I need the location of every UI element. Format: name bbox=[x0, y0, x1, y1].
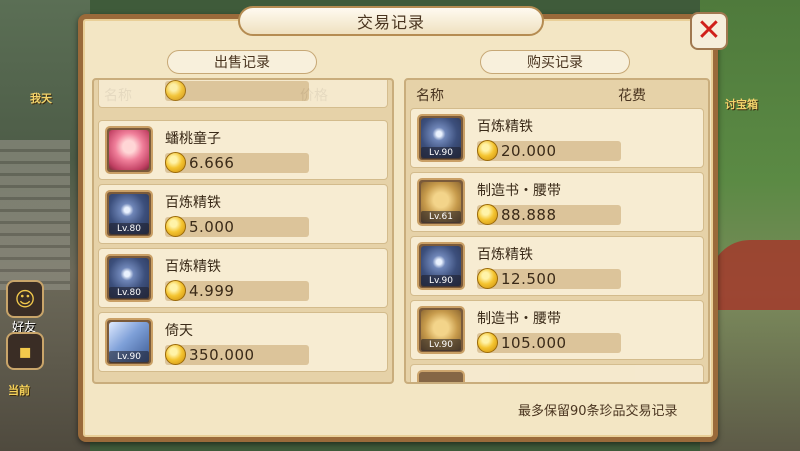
buy-list-item[interactable]: Lv.90 百炼精铁 12.500 bbox=[410, 236, 704, 296]
coin-icon bbox=[165, 344, 186, 365]
sell-record-header: 出售记录 bbox=[167, 50, 317, 74]
coin-icon bbox=[165, 80, 186, 101]
item-price: 20.000 bbox=[501, 142, 557, 160]
item-level: Lv.90 bbox=[421, 339, 461, 351]
item-name: 百炼精铁 bbox=[477, 247, 533, 263]
record-limit-note: 最多保留90条珍品交易记录 bbox=[518, 404, 678, 419]
item-icon-frame: Lv.90 bbox=[105, 318, 153, 366]
left-hud-label: 当前 bbox=[8, 384, 30, 397]
item-name: 蟠桃童子 bbox=[165, 131, 221, 147]
buy-col-cost: 花费 bbox=[618, 88, 646, 104]
item-price: 4.999 bbox=[189, 282, 235, 300]
close-icon: ✕ bbox=[696, 13, 722, 48]
sell-list-item[interactable]: Lv.80 百炼精铁 5.000 bbox=[98, 184, 388, 244]
sell-list-item[interactable]: 蟠桃童子 6.666 bbox=[98, 120, 388, 180]
buy-list-item[interactable]: Lv.90 百炼精铁 20.000 bbox=[410, 108, 704, 168]
price-bar: 350.000 bbox=[165, 344, 309, 365]
item-level: Lv.90 bbox=[109, 351, 149, 363]
item-price: 105.000 bbox=[501, 334, 567, 352]
left-scene-label: 我天 bbox=[30, 92, 52, 105]
price-bar: 88.888 bbox=[477, 204, 621, 225]
item-level: Lv.80 bbox=[109, 287, 149, 299]
price-bar: 6.666 bbox=[165, 152, 309, 173]
buy-col-name: 名称 bbox=[416, 88, 444, 104]
buy-list-column-header: 名称 花费 bbox=[406, 82, 708, 106]
coin-icon bbox=[477, 332, 498, 353]
close-button[interactable]: ✕ bbox=[690, 12, 728, 50]
coin-icon bbox=[477, 204, 498, 225]
price-bar: 20.000 bbox=[477, 140, 621, 161]
item-level: Lv.90 bbox=[421, 147, 461, 159]
item-price: 350.000 bbox=[189, 346, 255, 364]
coin-icon bbox=[165, 152, 186, 173]
right-scene-label: 讨宝箱 bbox=[725, 98, 758, 111]
price-bar bbox=[165, 80, 309, 101]
price-bar: 12.500 bbox=[477, 268, 621, 289]
buy-list-item[interactable]: Lv.61 制造书・腰带 88.888 bbox=[410, 172, 704, 232]
coin-icon bbox=[165, 216, 186, 237]
chat-icon: ▪ bbox=[18, 339, 32, 363]
item-price: 5.000 bbox=[189, 218, 235, 236]
item-icon-frame: Lv.90 bbox=[417, 242, 465, 290]
item-icon-frame: Lv.80 bbox=[105, 254, 153, 302]
item-icon-frame bbox=[417, 370, 465, 382]
background-roof bbox=[710, 240, 800, 310]
item-name: 百炼精铁 bbox=[477, 119, 533, 135]
item-level: Lv.90 bbox=[421, 275, 461, 287]
item-name: 倚天 bbox=[165, 323, 193, 339]
item-price: 12.500 bbox=[501, 270, 557, 288]
item-name: 制造书・腰带 bbox=[477, 183, 561, 199]
item-price: 6.666 bbox=[189, 154, 235, 172]
dialog-title: 交易记录 bbox=[238, 6, 544, 36]
buy-record-header: 购买记录 bbox=[480, 50, 630, 74]
list-item-partial bbox=[98, 80, 388, 108]
price-bar: 5.000 bbox=[165, 216, 309, 237]
chat-button[interactable]: ▪ bbox=[6, 332, 44, 370]
item-icon-frame: Lv.61 bbox=[417, 178, 465, 226]
buy-record-header-text: 购买记录 bbox=[527, 55, 583, 71]
sell-record-list[interactable]: 名称 价格 蟠桃童子 6.666 Lv.80 百炼精铁 5.000 Lv bbox=[92, 78, 394, 384]
item-name: 百炼精铁 bbox=[165, 195, 221, 211]
friends-button[interactable]: ☺ bbox=[6, 280, 44, 318]
coin-icon bbox=[165, 280, 186, 301]
background-stairs bbox=[0, 140, 70, 290]
sell-list-item[interactable]: Lv.80 百炼精铁 4.999 bbox=[98, 248, 388, 308]
item-level: Lv.61 bbox=[421, 211, 461, 223]
sell-list-item[interactable]: Lv.90 倚天 350.000 bbox=[98, 312, 388, 372]
item-price: 88.888 bbox=[501, 206, 557, 224]
item-name: 百炼精铁 bbox=[165, 259, 221, 275]
coin-icon bbox=[477, 140, 498, 161]
price-bar: 4.999 bbox=[165, 280, 309, 301]
dialog-title-text: 交易记录 bbox=[356, 13, 425, 32]
buy-record-list[interactable]: 名称 花费 Lv.90 百炼精铁 20.000 Lv.61 制造书・腰带 88.… bbox=[404, 78, 710, 384]
peach-child-icon bbox=[109, 130, 149, 170]
price-bar: 105.000 bbox=[477, 332, 621, 353]
item-name: 制造书・腰带 bbox=[477, 311, 561, 327]
item-icon-frame bbox=[105, 126, 153, 174]
buy-list-item[interactable]: Lv.90 制造书・腰带 105.000 bbox=[410, 300, 704, 360]
list-item-partial bbox=[410, 364, 704, 382]
sell-record-header-text: 出售记录 bbox=[214, 55, 270, 71]
friends-icon: ☺ bbox=[14, 287, 36, 311]
item-icon-frame: Lv.90 bbox=[417, 114, 465, 162]
coin-icon bbox=[477, 268, 498, 289]
item-level: Lv.80 bbox=[109, 223, 149, 235]
item-icon-frame: Lv.90 bbox=[417, 306, 465, 354]
item-icon-frame: Lv.80 bbox=[105, 190, 153, 238]
